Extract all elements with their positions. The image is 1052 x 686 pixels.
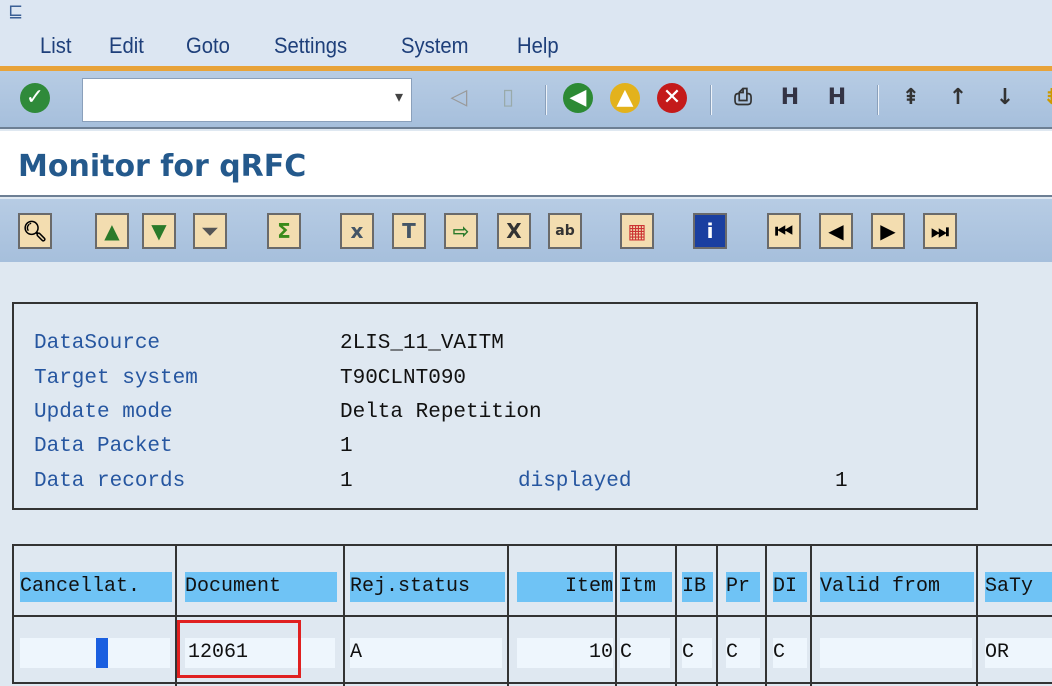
column-header-saty[interactable]: SaTy xyxy=(985,572,1052,602)
cell-pr[interactable]: C xyxy=(726,638,760,668)
sort-ascending-icon[interactable]: ▲ xyxy=(95,213,129,249)
menu-list[interactable]: List xyxy=(40,33,72,59)
cell-itm[interactable]: C xyxy=(620,638,670,668)
column-divider xyxy=(615,546,617,686)
page-title: Monitor for qRFC xyxy=(18,149,307,184)
exit-icon[interactable]: ▲ xyxy=(610,83,640,113)
standard-toolbar: ✓ ▾ ◁ ▯ ◀ ▲ ✕ ⎙ H H ⇞ ↑ ↓ ⇟ xyxy=(0,71,1052,129)
column-header-di[interactable]: DI xyxy=(773,572,807,602)
last-page-icon[interactable]: ⇟ xyxy=(1037,83,1052,113)
records-table: Cancellat. Document 12061 Rej.status A I… xyxy=(12,544,1052,686)
info-panel: DataSource Target system Update mode Dat… xyxy=(12,302,978,510)
value-datasource: 2LIS_11_VAITM xyxy=(340,332,504,355)
details-icon[interactable]: 🔍︎ xyxy=(18,213,52,249)
export-icon[interactable]: x xyxy=(340,213,374,249)
application-toolbar: 🔍︎ ▲ ▼ ⏷ Σ x T ⇨ X ab ▦ i ⏮ ◀ ▶ ⏭ xyxy=(0,199,1052,262)
column-header-itm[interactable]: Itm xyxy=(620,572,672,602)
back-arrow-icon[interactable]: ◁ xyxy=(444,83,474,113)
column-divider xyxy=(675,546,677,686)
previous-record-icon[interactable]: ◀ xyxy=(819,213,853,249)
layout-icon[interactable]: ▦ xyxy=(620,213,654,249)
value-update-mode: Delta Repetition xyxy=(340,401,542,424)
save-icon[interactable]: ▯ xyxy=(493,83,523,113)
first-record-icon[interactable]: ⏮ xyxy=(767,213,801,249)
column-header-rej-status[interactable]: Rej.status xyxy=(350,572,505,602)
highlight-box xyxy=(177,620,301,678)
local-file-icon[interactable]: ⇨ xyxy=(444,213,478,249)
column-divider xyxy=(716,546,718,686)
value-displayed: 1 xyxy=(835,470,848,493)
column-header-item[interactable]: Item xyxy=(517,572,613,602)
last-record-icon[interactable]: ⏭ xyxy=(923,213,957,249)
back-icon[interactable]: ◀ xyxy=(563,83,593,113)
command-field[interactable]: ▾ xyxy=(82,78,412,122)
cell-rej-status[interactable]: A xyxy=(350,638,502,668)
sort-descending-icon[interactable]: ▼ xyxy=(142,213,176,249)
filter-icon[interactable]: ⏷ xyxy=(193,213,227,249)
graphic-icon[interactable]: ab xyxy=(548,213,582,249)
cell-di[interactable]: C xyxy=(773,638,807,668)
column-header-document[interactable]: Document xyxy=(185,572,337,602)
cursor-marker xyxy=(96,638,108,668)
enter-check-icon[interactable]: ✓ xyxy=(20,83,50,113)
word-processing-icon[interactable]: T xyxy=(392,213,426,249)
column-divider xyxy=(976,546,978,686)
info-icon[interactable]: i xyxy=(693,213,727,249)
separator xyxy=(710,85,712,115)
column-divider xyxy=(343,546,345,686)
command-dropdown-icon[interactable]: ▾ xyxy=(395,87,403,106)
column-header-valid-from[interactable]: Valid from xyxy=(820,572,974,602)
label-data-packet: Data Packet xyxy=(34,435,173,458)
column-divider xyxy=(765,546,767,686)
title-bar: Monitor for qRFC xyxy=(0,131,1052,197)
label-data-records: Data records xyxy=(34,470,186,493)
separator xyxy=(545,85,547,115)
menu-system[interactable]: System xyxy=(401,33,468,59)
menu-goto[interactable]: Goto xyxy=(186,33,230,59)
previous-page-icon[interactable]: ↑ xyxy=(943,83,973,113)
menu-help[interactable]: Help xyxy=(517,33,559,59)
cell-ib[interactable]: C xyxy=(682,638,712,668)
find-next-icon[interactable]: H xyxy=(822,83,852,113)
next-record-icon[interactable]: ▶ xyxy=(871,213,905,249)
cell-valid-from[interactable] xyxy=(820,638,972,668)
abc-analysis-icon[interactable]: X xyxy=(497,213,531,249)
system-menu-icon[interactable]: ⊑ xyxy=(8,2,28,22)
value-data-records: 1 xyxy=(340,470,353,493)
cell-item[interactable]: 10 xyxy=(517,638,613,668)
column-header-ib[interactable]: IB xyxy=(682,572,713,602)
header-divider xyxy=(14,615,1052,617)
value-data-packet: 1 xyxy=(340,435,353,458)
menu-settings[interactable]: Settings xyxy=(274,33,347,59)
cell-saty[interactable]: OR xyxy=(985,638,1052,668)
label-target-system: Target system xyxy=(34,367,198,390)
column-header-cancellation[interactable]: Cancellat. xyxy=(20,572,172,602)
cancel-icon[interactable]: ✕ xyxy=(657,83,687,113)
cell-cancellation[interactable] xyxy=(20,638,170,668)
separator xyxy=(877,85,879,115)
print-icon[interactable]: ⎙ xyxy=(728,83,758,113)
find-icon[interactable]: H xyxy=(775,83,805,113)
next-page-icon[interactable]: ↓ xyxy=(990,83,1020,113)
column-header-pr[interactable]: Pr xyxy=(726,572,760,602)
sum-icon[interactable]: Σ xyxy=(267,213,301,249)
menu-edit[interactable]: Edit xyxy=(109,33,144,59)
menu-bar: ⊑ List Edit Goto Settings System Help xyxy=(0,0,1052,68)
column-divider xyxy=(810,546,812,686)
label-datasource: DataSource xyxy=(34,332,161,355)
label-update-mode: Update mode xyxy=(34,401,173,424)
column-divider xyxy=(507,546,509,686)
label-displayed: displayed xyxy=(518,470,632,493)
value-target-system: T90CLNT090 xyxy=(340,367,467,390)
first-page-icon[interactable]: ⇞ xyxy=(896,83,926,113)
